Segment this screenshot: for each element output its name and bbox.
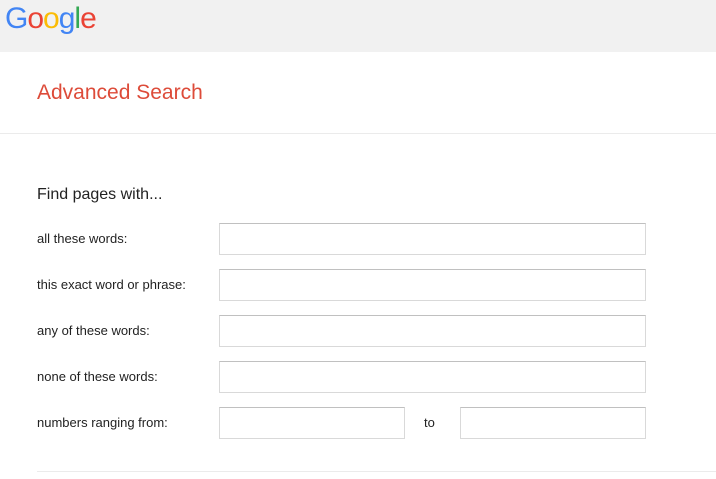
logo-letter-g2: g: [58, 2, 76, 35]
range-to-label: to: [424, 415, 435, 430]
page-header: Advanced Search: [0, 52, 716, 134]
range-label: numbers ranging from:: [37, 415, 168, 430]
logo-letter-g1: G: [5, 2, 28, 35]
all-words-label: all these words:: [37, 231, 128, 246]
none-words-input[interactable]: [219, 361, 646, 393]
range-from-input[interactable]: [219, 407, 405, 439]
range-to-input[interactable]: [460, 407, 646, 439]
google-logo[interactable]: Google: [5, 2, 97, 36]
top-bar: Google: [0, 0, 716, 52]
bottom-divider: [37, 471, 716, 472]
logo-letter-o2: o: [43, 2, 60, 35]
any-words-label: any of these words:: [37, 323, 150, 338]
section-title: Find pages with...: [37, 186, 163, 203]
page-title: Advanced Search: [37, 81, 203, 104]
none-words-label: none of these words:: [37, 369, 158, 384]
logo-letter-e: e: [80, 2, 97, 35]
any-words-input[interactable]: [219, 315, 646, 347]
exact-phrase-input[interactable]: [219, 269, 646, 301]
exact-phrase-label: this exact word or phrase:: [37, 277, 186, 292]
logo-letter-o1: o: [27, 2, 44, 35]
all-words-input[interactable]: [219, 223, 646, 255]
